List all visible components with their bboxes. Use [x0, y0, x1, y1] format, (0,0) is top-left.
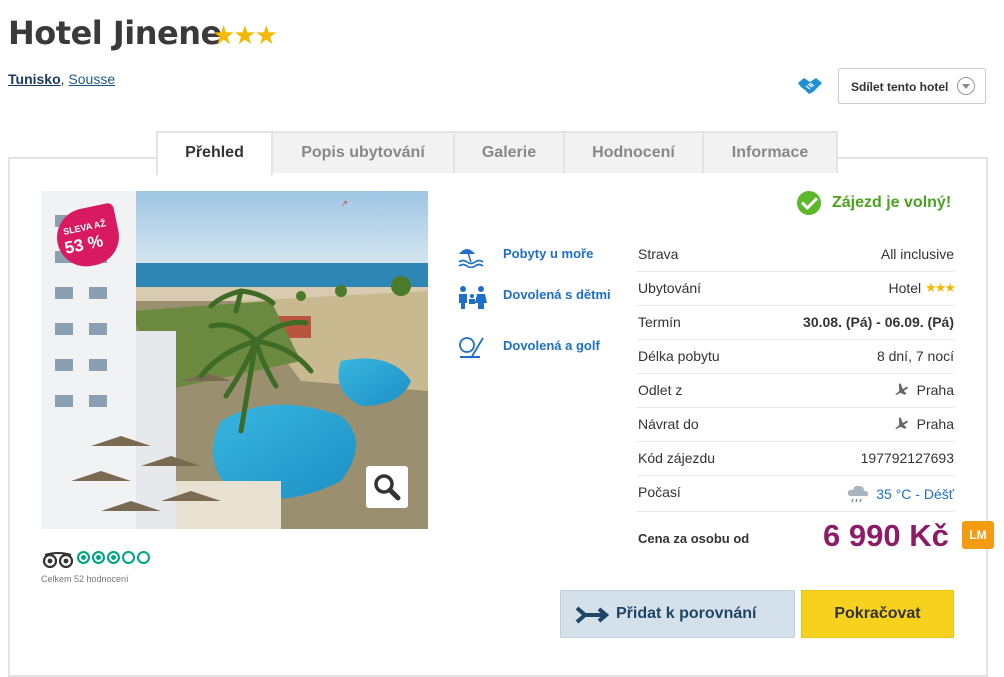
detail-row-kod: Kód zájezdu 197792127693: [637, 442, 954, 476]
svg-text:↗: ↗: [341, 199, 348, 208]
detail-row-navrat: Návrat do Praha: [637, 408, 954, 442]
detail-key: Návrat do: [638, 416, 699, 432]
add-to-compare-label: Přidat k porovnání: [616, 605, 757, 622]
continue-button[interactable]: Pokračovat: [801, 590, 954, 638]
detail-value-wrap: Praha: [893, 416, 954, 432]
accommodation-stars: ★★★: [925, 280, 956, 295]
category-family-label: Dovolená s dětmi: [503, 287, 611, 302]
zoom-button[interactable]: [366, 466, 408, 508]
add-to-compare-button[interactable]: Přidat k porovnání: [560, 590, 795, 638]
compare-arrow-icon: [575, 606, 609, 624]
detail-key: Strava: [638, 246, 679, 262]
breadcrumb: Tunisko, Sousse: [8, 71, 115, 87]
rating-dot-filled: [107, 551, 120, 564]
detail-value-wrap[interactable]: 35 °C - Déšť: [846, 484, 954, 504]
detail-value: Praha: [916, 416, 954, 432]
detail-value: 30.08. (Pá) - 06.09. (Pá): [803, 314, 954, 330]
detail-value-wrap: Hotel ★★★: [888, 280, 956, 296]
detail-value: Hotel: [888, 280, 922, 296]
detail-value: 8 dní, 7 nocí: [876, 348, 954, 364]
hotel-stars: ★★★: [212, 20, 278, 50]
rating-dot-filled: [77, 551, 90, 564]
plane-icon: [895, 383, 908, 396]
detail-value: Praha: [916, 382, 954, 398]
detail-key: Počasí: [638, 484, 681, 500]
price-label: Cena za osobu od: [638, 531, 750, 546]
location-country-link[interactable]: Tunisko: [8, 71, 61, 87]
category-beach[interactable]: Pobyty u moře: [457, 244, 617, 268]
detail-value-wrap: Praha: [893, 382, 954, 398]
rating-dot-empty: [122, 551, 135, 564]
tripadvisor-rating[interactable]: [77, 551, 152, 569]
rain-cloud-icon: [848, 485, 869, 503]
tab-galerie[interactable]: Galerie: [453, 131, 565, 173]
detail-key: Termín: [638, 314, 681, 330]
rating-dot-empty: [137, 551, 150, 564]
detail-key: Ubytování: [638, 280, 702, 296]
handshake-icon[interactable]: [797, 75, 823, 97]
detail-row-strava: Strava All inclusive: [637, 238, 954, 272]
share-hotel-button[interactable]: Sdílet tento hotel: [838, 68, 986, 104]
detail-row-termin: Termín 30.08. (Pá) - 06.09. (Pá): [637, 306, 954, 340]
detail-key: Odlet z: [638, 382, 683, 398]
plane-icon: [895, 417, 908, 430]
magnifier-icon: [374, 474, 401, 501]
category-golf-label: Dovolená a golf: [503, 338, 600, 353]
detail-row-delka: Délka pobytu 8 dní, 7 nocí: [637, 340, 954, 374]
detail-key: Kód zájezdu: [638, 450, 716, 466]
beach-icon: [458, 249, 484, 268]
chevron-down-icon: [957, 77, 975, 95]
hotel-title: Hotel Jinene: [8, 14, 222, 52]
rating-dot-filled: [92, 551, 105, 564]
detail-key: Délka pobytu: [638, 348, 720, 364]
tripadvisor-owl-icon: [42, 552, 74, 568]
golf-icon: [459, 337, 484, 359]
category-beach-label: Pobyty u moře: [503, 246, 594, 261]
tab-informace[interactable]: Informace: [702, 131, 838, 173]
share-hotel-label: Sdílet tento hotel: [851, 80, 949, 94]
check-icon: [797, 191, 821, 215]
detail-row-odlet: Odlet z Praha: [637, 374, 954, 408]
price-value: 6 990 Kč: [823, 518, 949, 553]
tab-prehled[interactable]: Přehled: [156, 131, 273, 175]
category-family[interactable]: Dovolená s dětmi: [457, 285, 617, 325]
availability-text: Zájezd je volný!: [832, 194, 952, 211]
family-icon: [459, 286, 487, 309]
detail-value: 197792127693: [860, 450, 954, 466]
location-city-link[interactable]: Sousse: [68, 71, 115, 87]
location-separator: ,: [60, 71, 65, 87]
review-count: Celkem 52 hodnocení: [41, 574, 129, 584]
detail-value: 35 °C - Déšť: [876, 486, 954, 502]
tab-hodnoceni[interactable]: Hodnocení: [563, 131, 704, 173]
tab-popis-ubytovani[interactable]: Popis ubytování: [271, 131, 455, 173]
last-minute-badge: LM: [962, 521, 994, 549]
detail-row-pocasi: Počasí 35 °C - Déšť: [637, 476, 954, 512]
detail-value: All inclusive: [880, 246, 954, 262]
detail-row-ubytovani: Ubytování Hotel ★★★: [637, 272, 956, 306]
category-golf[interactable]: Dovolená a golf: [457, 336, 617, 360]
